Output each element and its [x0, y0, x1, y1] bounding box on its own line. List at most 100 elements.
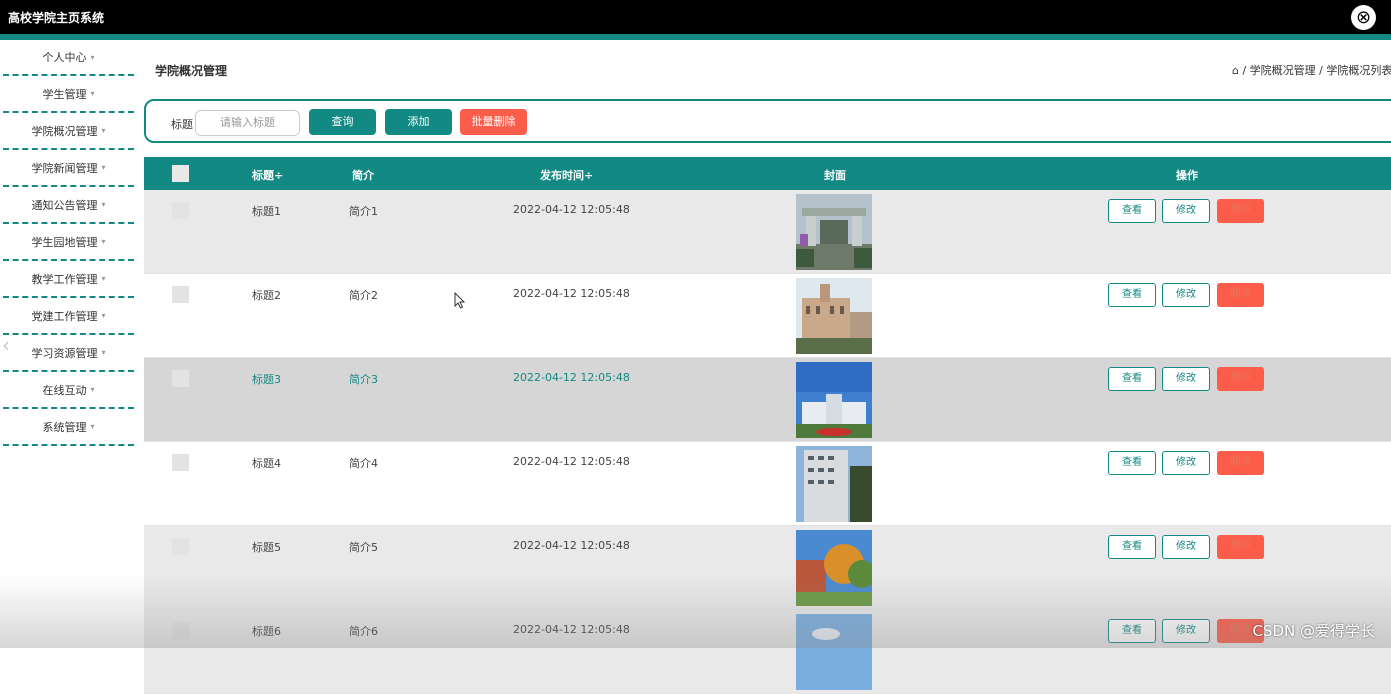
table-row: 标题1 简介1 2022-04-12 12:05:48 查看 修改 删除 — [144, 190, 1391, 274]
select-all-checkbox[interactable] — [172, 165, 189, 182]
cell-intro: 简介5 — [349, 541, 378, 554]
sidebar-item-system-management[interactable]: 系统管理 ▾ — [3, 409, 134, 446]
edit-button[interactable]: 修改 — [1162, 283, 1210, 307]
cover-image — [796, 278, 872, 354]
close-icon[interactable]: ⊗ — [1351, 5, 1376, 30]
batch-delete-button[interactable]: 批量删除 — [460, 109, 527, 135]
column-header-cover: 封面 — [824, 169, 846, 182]
caret-down-icon: ▾ — [101, 163, 106, 172]
column-header-actions: 操作 — [1176, 169, 1198, 182]
query-button[interactable]: 查询 — [309, 109, 376, 135]
cell-title: 标题2 — [252, 289, 281, 302]
delete-button[interactable]: 删除 — [1217, 367, 1264, 391]
cell-intro: 简介2 — [349, 289, 378, 302]
view-button[interactable]: 查看 — [1108, 367, 1156, 391]
view-button[interactable]: 查看 — [1108, 199, 1156, 223]
sidebar-item-label: 党建工作管理 — [31, 309, 98, 323]
sidebar: 个人中心 ▾ 学生管理 ▾ 学院概况管理 ▾ 学院新闻管理 ▾ 通知公告管理 ▾ 学生园地… — [3, 40, 134, 648]
edit-button[interactable]: 修改 — [1162, 619, 1210, 643]
cover-image — [796, 614, 872, 690]
watermark: CSDN @爱得学长 — [1252, 622, 1375, 640]
add-button[interactable]: 添加 — [385, 109, 452, 135]
row-checkbox[interactable] — [172, 454, 189, 471]
table-row: 标题3 简介3 2022-04-12 12:05:48 查看 修改 删除 — [144, 358, 1391, 442]
sidebar-item-online-interaction[interactable]: 在线互动 ▾ — [3, 372, 134, 409]
sidebar-item-label: 学生园地管理 — [31, 235, 98, 249]
sidebar-item-label: 学院概况管理 — [31, 124, 98, 138]
cell-intro: 简介1 — [349, 205, 378, 218]
cell-publish-time: 2022-04-12 12:05:48 — [513, 455, 630, 468]
table-row: 标题5 简介5 2022-04-12 12:05:48 查看 修改 删除 — [144, 526, 1391, 610]
sidebar-item-college-overview[interactable]: 学院概况管理 ▾ — [3, 113, 134, 150]
sidebar-item-learning-resources[interactable]: 学习资源管理 ▾ — [3, 335, 134, 372]
caret-down-icon: ▾ — [90, 89, 95, 98]
edit-button[interactable]: 修改 — [1162, 535, 1210, 559]
sidebar-item-notices[interactable]: 通知公告管理 ▾ — [3, 187, 134, 224]
top-bar: 高校学院主页系统 ⊗ — [0, 0, 1391, 34]
caret-down-icon: ▾ — [101, 126, 106, 135]
caret-down-icon: ▾ — [101, 200, 106, 209]
cover-image — [796, 530, 872, 606]
row-checkbox[interactable] — [172, 370, 189, 387]
title-search-input[interactable] — [195, 110, 300, 136]
caret-down-icon: ▾ — [101, 237, 106, 246]
sidebar-item-student-management[interactable]: 学生管理 ▾ — [3, 76, 134, 113]
edit-button[interactable]: 修改 — [1162, 451, 1210, 475]
cell-title: 标题6 — [252, 625, 281, 638]
table-row: 标题2 简介2 2022-04-12 12:05:48 查看 修改 删除 — [144, 274, 1391, 358]
cover-image — [796, 362, 872, 438]
delete-button[interactable]: 删除 — [1217, 199, 1264, 223]
cell-title: 标题5 — [252, 541, 281, 554]
row-checkbox[interactable] — [172, 286, 189, 303]
view-button[interactable]: 查看 — [1108, 619, 1156, 643]
sidebar-item-party-work[interactable]: 党建工作管理 ▾ — [3, 298, 134, 335]
cell-title: 标题3 — [252, 373, 281, 386]
edit-button[interactable]: 修改 — [1162, 199, 1210, 223]
caret-down-icon: ▾ — [101, 348, 106, 357]
table-header: 标题÷ 简介 发布时间÷ 封面 操作 — [144, 157, 1391, 190]
caret-down-icon: ▾ — [90, 385, 95, 394]
caret-down-icon: ▾ — [90, 52, 95, 62]
sidebar-item-college-news[interactable]: 学院新闻管理 ▾ — [3, 150, 134, 187]
cell-intro: 简介3 — [349, 373, 378, 386]
app-title: 高校学院主页系统 — [8, 11, 105, 25]
cell-intro: 简介4 — [349, 457, 378, 470]
sidebar-item-label: 系统管理 — [42, 420, 87, 434]
view-button[interactable]: 查看 — [1108, 283, 1156, 307]
row-checkbox[interactable] — [172, 538, 189, 555]
cell-publish-time: 2022-04-12 12:05:48 — [513, 203, 630, 216]
edit-button[interactable]: 修改 — [1162, 367, 1210, 391]
caret-down-icon: ▾ — [101, 274, 106, 283]
cell-title: 标题4 — [252, 457, 281, 470]
sidebar-item-teaching-work[interactable]: 教学工作管理 ▾ — [3, 261, 134, 298]
sidebar-item-label: 学生管理 — [42, 87, 87, 101]
column-header-publish-time[interactable]: 发布时间÷ — [540, 167, 593, 183]
breadcrumb: ⌂ / 学院概况管理 / 学院概况列表 — [1232, 64, 1391, 77]
sidebar-item-student-garden[interactable]: 学生园地管理 ▾ — [3, 224, 134, 261]
cell-publish-time: 2022-04-12 12:05:48 — [513, 371, 630, 384]
collapse-arrow-icon[interactable]: ‹ — [2, 333, 10, 357]
cell-publish-time: 2022-04-12 12:05:48 — [513, 539, 630, 552]
sidebar-item-label: 教学工作管理 — [31, 272, 98, 286]
caret-down-icon: ▾ — [90, 422, 95, 431]
table-row: 标题4 简介4 2022-04-12 12:05:48 查看 修改 删除 — [144, 442, 1391, 526]
row-checkbox[interactable] — [172, 202, 189, 219]
delete-button[interactable]: 删除 — [1217, 283, 1264, 307]
cell-title: 标题1 — [252, 205, 281, 218]
view-button[interactable]: 查看 — [1108, 451, 1156, 475]
table-row: 标题6 简介6 2022-04-12 12:05:48 查看 修改 删除 — [144, 610, 1391, 694]
sidebar-item-label: 在线互动 — [42, 383, 87, 397]
sidebar-item-label: 个人中心 — [42, 51, 87, 64]
delete-button[interactable]: 删除 — [1217, 451, 1264, 475]
cover-image — [796, 446, 872, 522]
search-label: 标题 — [171, 118, 193, 131]
sidebar-item-label: 通知公告管理 — [31, 198, 98, 212]
mouse-cursor-icon — [454, 292, 466, 309]
search-panel: 标题 查询 添加 批量删除 — [144, 99, 1391, 143]
view-button[interactable]: 查看 — [1108, 535, 1156, 559]
column-header-title[interactable]: 标题÷ — [252, 167, 283, 183]
cell-publish-time: 2022-04-12 12:05:48 — [513, 623, 630, 636]
row-checkbox[interactable] — [172, 622, 189, 639]
sidebar-item-personal-center[interactable]: 个人中心 ▾ — [3, 40, 134, 76]
delete-button[interactable]: 删除 — [1217, 535, 1264, 559]
